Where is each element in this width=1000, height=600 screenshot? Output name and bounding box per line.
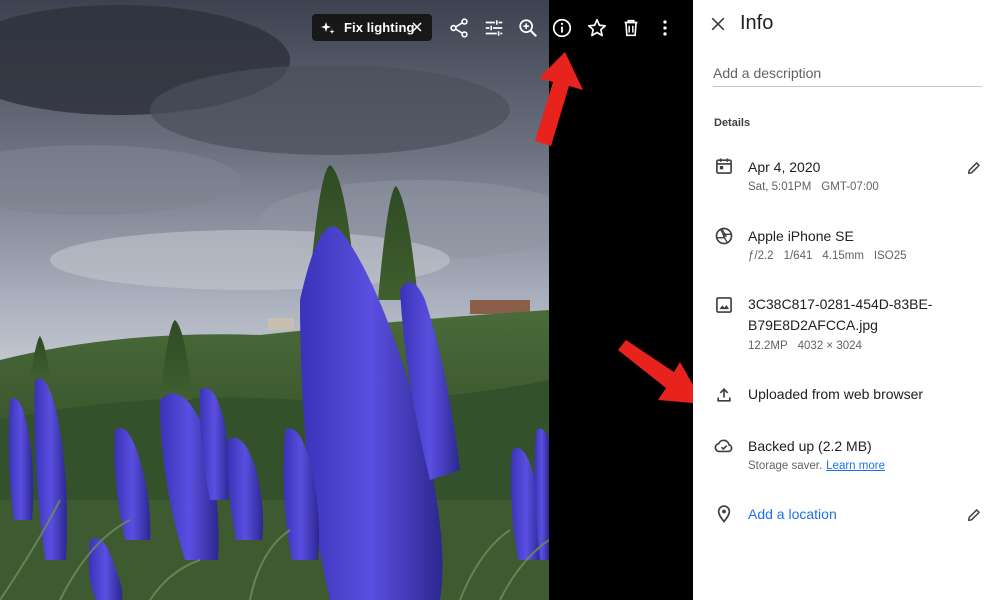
- file-dimensions: 4032 × 3024: [797, 340, 862, 352]
- panel-title: Info: [740, 12, 774, 34]
- date-primary: Apr 4, 2020: [748, 159, 821, 175]
- backup-status: Backed up (2.2 MB): [748, 438, 872, 454]
- photo: [0, 0, 549, 600]
- annotation-arrow-up: [535, 52, 583, 146]
- camera-settings: ƒ/2.2 1/641 4.15mm ISO25: [748, 248, 917, 264]
- sparkle-icon: [321, 21, 335, 34]
- dismiss-fix-lighting-icon[interactable]: [410, 20, 424, 34]
- backup-details: Storage saver. Learn more: [748, 458, 885, 474]
- upload-icon: [717, 387, 731, 402]
- file-name-line-1: 3C38C817-0281-454D-83BE-: [748, 296, 933, 312]
- date-secondary: Sat, 5:01PM GMT-07:00: [748, 179, 889, 195]
- fix-lighting-label: Fix lighting: [344, 20, 415, 35]
- learn-more-link[interactable]: Learn more: [826, 460, 885, 472]
- location-pin-icon: [717, 505, 731, 523]
- date-timezone: GMT-07:00: [821, 181, 879, 193]
- favorite-button[interactable]: [583, 14, 611, 42]
- upload-source: Uploaded from web browser: [748, 386, 924, 402]
- share-button[interactable]: [445, 14, 473, 42]
- aperture-icon: [715, 227, 733, 245]
- camera-iso: ISO25: [873, 250, 907, 262]
- description-input[interactable]: [713, 64, 982, 87]
- zoom-in-icon: [519, 19, 537, 37]
- upload-row-icon-wrap: [713, 384, 735, 406]
- close-icon: [711, 17, 725, 31]
- close-info-button[interactable]: [706, 12, 730, 36]
- camera-model: Apple iPhone SE: [748, 228, 854, 244]
- date-row-icon-wrap: [713, 155, 735, 177]
- more-options-button[interactable]: [651, 14, 679, 42]
- trash-icon: [624, 19, 638, 37]
- pencil-icon: [967, 162, 980, 175]
- info-button[interactable]: [548, 14, 576, 42]
- file-name-line-2: B79E8D2AFCCA.jpg: [748, 317, 878, 333]
- camera-row-icon-wrap: [713, 225, 735, 247]
- camera-shutter: 1/641: [783, 250, 813, 262]
- file-row-icon-wrap: [713, 294, 735, 316]
- photo-image: [0, 0, 549, 600]
- camera-aperture: ƒ/2.2: [748, 250, 774, 262]
- file-megapixels: 12.2MP: [748, 340, 788, 352]
- camera-focal-length: 4.15mm: [822, 250, 864, 262]
- date-day-time: Sat, 5:01PM: [748, 181, 812, 193]
- tune-icon: [485, 20, 503, 36]
- cloud-done-icon: [714, 439, 733, 453]
- star-icon: [587, 18, 607, 37]
- delete-button[interactable]: [617, 14, 645, 42]
- info-icon: [552, 18, 572, 38]
- backup-row-icon-wrap: [713, 435, 735, 457]
- file-specs: 12.2MP 4032 × 3024: [748, 338, 872, 354]
- fix-lighting-button[interactable]: Fix lighting: [312, 14, 432, 41]
- photo-viewer: Fix lighting: [0, 0, 693, 600]
- edit-location-button[interactable]: [963, 504, 985, 526]
- annotation-arrow-right: [618, 340, 704, 404]
- pencil-icon: [967, 509, 980, 522]
- more-vert-icon: [663, 20, 667, 36]
- edit-date-button[interactable]: [963, 157, 985, 179]
- calendar-icon: [716, 158, 732, 174]
- location-row-icon-wrap: [713, 503, 735, 525]
- details-heading: Details: [714, 117, 751, 129]
- add-location-link[interactable]: Add a location: [748, 504, 837, 524]
- edit-button[interactable]: [480, 14, 508, 42]
- zoom-button[interactable]: [514, 14, 542, 42]
- image-icon: [716, 297, 732, 313]
- share-icon: [450, 18, 468, 38]
- storage-saver-text: Storage saver.: [748, 460, 823, 472]
